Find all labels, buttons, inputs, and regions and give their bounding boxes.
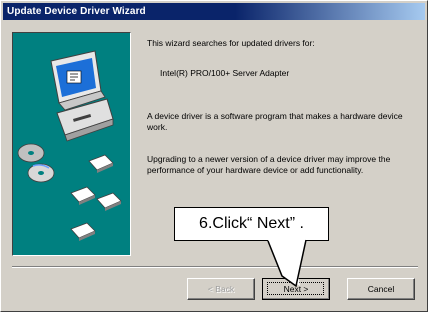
button-separator [12, 266, 418, 268]
window-title: Update Device Driver Wizard [3, 3, 425, 20]
device-name-text: Intel(R) PRO/100+ Server Adapter [160, 68, 290, 78]
next-button[interactable]: Next > [262, 278, 330, 300]
cancel-button[interactable]: Cancel [347, 278, 415, 300]
driver-description-text: A device driver is a software program th… [147, 111, 403, 132]
back-button[interactable]: < Back [187, 278, 255, 300]
instruction-callout: 6.Click“ Next” . [174, 207, 329, 241]
cd-disc-icon [17, 143, 55, 183]
upgrade-info-text: Upgrading to a newer version of a device… [147, 154, 391, 175]
computer-icon [50, 50, 114, 142]
wizard-graphic-panel [12, 32, 131, 256]
focus-rectangle [267, 282, 324, 295]
wizard-intro-text: This wizard searches for updated drivers… [147, 38, 315, 48]
floppy-disk-icon [70, 154, 122, 241]
